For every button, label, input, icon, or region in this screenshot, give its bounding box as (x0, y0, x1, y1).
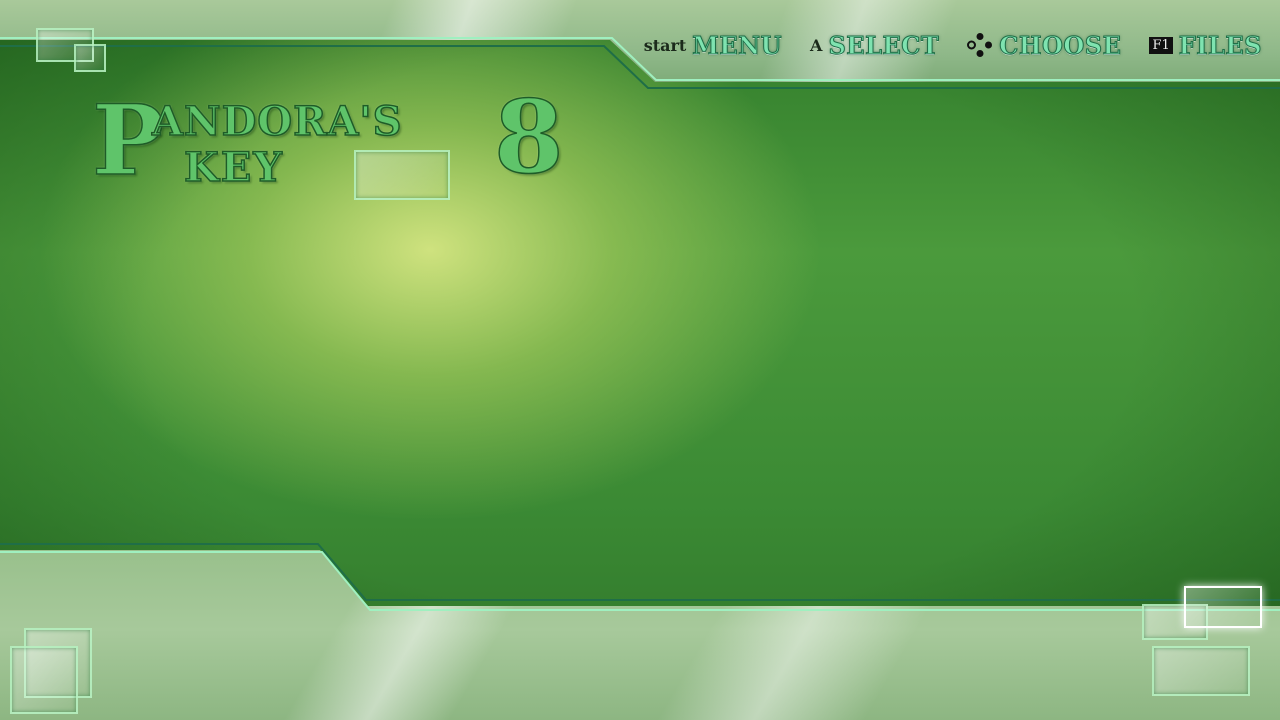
deco-glass-br-selected[interactable] (1184, 586, 1262, 628)
button-prompts: start MENU A SELECT CHOOSE F1 FILES (644, 30, 1262, 60)
f1-key: F1 (1149, 36, 1173, 54)
start-key: start (643, 35, 687, 55)
choose-label: CHOOSE (999, 30, 1122, 60)
a-key: A (810, 35, 823, 55)
logo-line1: ANDORA'S (151, 97, 403, 146)
logo-line2: KEY (183, 143, 284, 192)
select-label: SELECT (828, 30, 940, 60)
dpad-icon (967, 33, 993, 57)
files-prompt[interactable]: F1 FILES (1149, 30, 1262, 60)
bottom-band-edge (0, 543, 1280, 611)
logo-number: 8 (493, 77, 564, 197)
deco-glass-tl-2 (74, 44, 106, 72)
select-prompt[interactable]: A SELECT (810, 30, 940, 60)
deco-glass-br-2 (1152, 646, 1250, 696)
choose-prompt[interactable]: CHOOSE (967, 30, 1122, 60)
files-label: FILES (1178, 30, 1262, 60)
game-logo: P ANDORA'S KEY 8 (91, 77, 592, 208)
deco-glass-bl-2 (10, 646, 78, 714)
menu-label: MENU (692, 30, 783, 60)
menu-prompt[interactable]: start MENU (643, 30, 783, 60)
